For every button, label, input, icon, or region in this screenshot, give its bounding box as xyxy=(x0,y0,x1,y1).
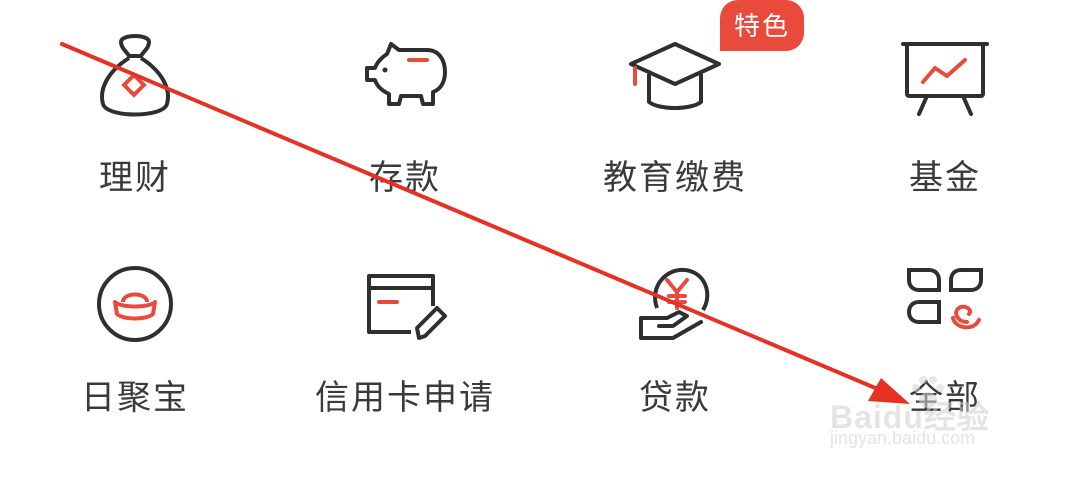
gold-ingot-icon xyxy=(87,256,183,352)
menu-item-label: 贷款 xyxy=(639,378,711,418)
watermark: Baidu经验 jingyan.baidu.com xyxy=(830,372,1020,452)
screen: 理财 存款 特色 教育缴费 基金 日聚宝 信用卡申请 贷款 全部 Baidu经验… xyxy=(0,0,1080,477)
menu-item-wealth[interactable]: 理财 xyxy=(0,10,270,210)
money-bag-icon xyxy=(87,28,183,124)
menu-item-fund[interactable]: 基金 xyxy=(810,10,1080,210)
yen-hand-icon xyxy=(627,256,723,352)
chart-board-icon xyxy=(897,28,993,124)
menu-row-1: 理财 存款 特色 教育缴费 基金 xyxy=(0,0,1080,210)
menu-item-label: 教育缴费 xyxy=(603,158,747,198)
all-apps-icon xyxy=(897,256,993,352)
menu-item-label: 信用卡申请 xyxy=(315,378,495,418)
menu-item-education-payment[interactable]: 特色 教育缴费 xyxy=(540,0,810,210)
menu-item-label: 理财 xyxy=(99,158,171,198)
menu-item-label: 存款 xyxy=(369,158,441,198)
menu-item-label: 基金 xyxy=(909,158,981,198)
piggy-bank-icon xyxy=(357,28,453,124)
menu-item-daily-treasure[interactable]: 日聚宝 xyxy=(0,238,270,438)
feature-badge: 特色 xyxy=(720,0,805,51)
credit-card-pen-icon xyxy=(357,256,453,352)
menu-item-deposit[interactable]: 存款 xyxy=(270,10,540,210)
menu-item-credit-card-apply[interactable]: 信用卡申请 xyxy=(270,238,540,438)
watermark-url: jingyan.baidu.com xyxy=(830,428,976,448)
menu-item-label: 日聚宝 xyxy=(81,378,189,418)
menu-item-loan[interactable]: 贷款 xyxy=(540,238,810,438)
graduation-cap-icon xyxy=(627,28,723,124)
